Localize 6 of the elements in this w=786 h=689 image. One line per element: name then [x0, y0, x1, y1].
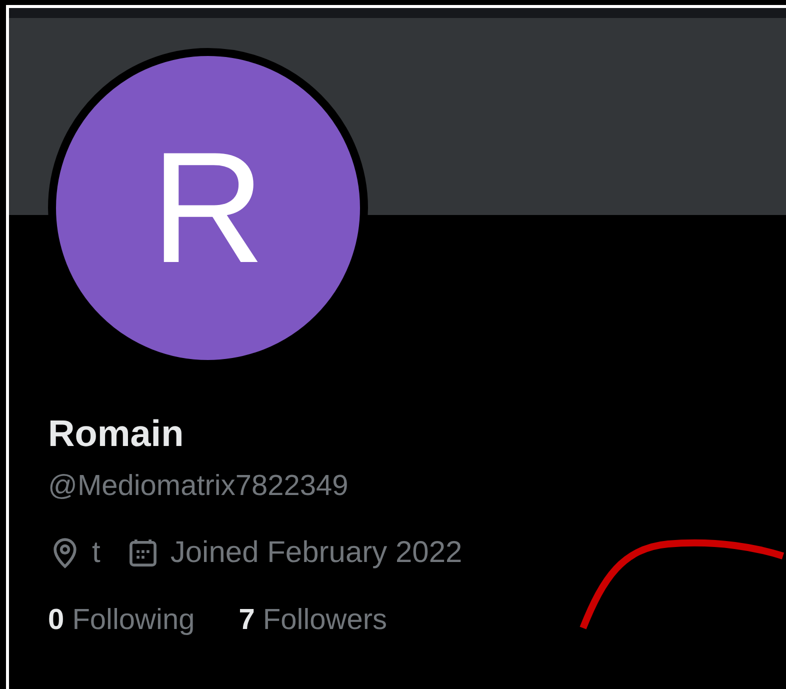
stat-link[interactable]: 0 Following [48, 602, 195, 638]
join-date: Joined February 2022 [170, 535, 462, 571]
stat-link[interactable]: 7 Followers [238, 602, 387, 638]
location-text: t [92, 535, 100, 571]
user-handle: @Mediomatrix7822349 [48, 469, 350, 504]
display-name: Romain [48, 412, 185, 456]
